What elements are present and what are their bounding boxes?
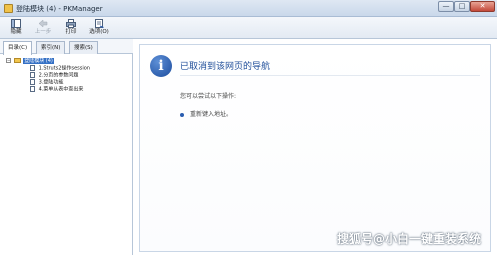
content-pane: i 已取消到该网页的导航 您可以尝试以下操作: 重新键入地址。 搜狐号@小白一键… (134, 39, 497, 255)
maximize-button[interactable]: □ (454, 1, 470, 12)
toolbar: 隐藏 上一步 打印 选项(O) (0, 17, 497, 39)
help-page-icon (30, 65, 35, 71)
tree-item[interactable]: 2.分页的参数问题 (4, 72, 130, 79)
tree-item-label[interactable]: 4.菜单从表中查出来 (39, 87, 84, 93)
tab-index[interactable]: 索引(N) (36, 41, 66, 54)
hide-pane-icon (11, 19, 21, 28)
contents-tree: − 登陆模块 (4) 1.Struts2操作session 2.分页的参数问题 … (4, 58, 130, 93)
close-button[interactable]: ✕ (470, 1, 495, 12)
info-icon: i (150, 55, 172, 77)
navigation-canceled-page: i 已取消到该网页的导航 您可以尝试以下操作: 重新键入地址。 (139, 44, 491, 252)
nav-tabs: 目录(C) 索引(N) 搜索(S) (0, 39, 133, 55)
collapse-icon[interactable]: − (6, 58, 11, 63)
tree-item-label[interactable]: 2.分页的参数问题 (39, 73, 79, 79)
tree-item[interactable]: 4.菜单从表中查出来 (4, 86, 130, 93)
tree-item[interactable]: 1.Struts2操作session (4, 65, 130, 72)
suggestion-label: 您可以尝试以下操作: (180, 93, 237, 100)
title-bar: 登陆模块 (4) - PKManager — □ ✕ (0, 0, 497, 17)
printer-icon (66, 19, 76, 28)
help-page-icon (30, 79, 35, 85)
hide-label: 隐藏 (10, 29, 22, 35)
tab-search[interactable]: 搜索(S) (69, 41, 98, 54)
help-page-icon (30, 86, 35, 92)
divider (180, 75, 480, 76)
print-button[interactable]: 打印 (58, 18, 84, 38)
options-button[interactable]: 选项(O) (86, 18, 112, 38)
help-page-icon (30, 72, 35, 78)
app-icon (4, 4, 13, 13)
tree-root-node[interactable]: − 登陆模块 (4) (4, 58, 130, 65)
print-label: 打印 (65, 29, 77, 35)
folder-icon (13, 58, 21, 63)
tree-root-label[interactable]: 登陆模块 (4) (23, 58, 54, 64)
options-label: 选项(O) (89, 29, 109, 35)
options-icon (95, 19, 104, 28)
suggestion-item: 重新键入地址。 (180, 109, 232, 118)
tab-contents[interactable]: 目录(C) (3, 41, 33, 55)
back-arrow-icon (38, 19, 48, 28)
watermark: 搜狐号@小白一键重装系统 (336, 232, 481, 246)
page-title: 已取消到该网页的导航 (180, 62, 271, 72)
minimize-button[interactable]: — (438, 1, 454, 12)
navigation-pane: 目录(C) 索引(N) 搜索(S) − 登陆模块 (4) 1.Struts2操作… (0, 39, 133, 255)
bullet-icon (180, 112, 184, 117)
tree-item[interactable]: 3.登陆功能 (4, 79, 130, 86)
back-button[interactable]: 上一步 (30, 18, 56, 38)
back-label: 上一步 (34, 29, 52, 35)
window-title: 登陆模块 (4) - PKManager (16, 5, 103, 13)
tree-item-label[interactable]: 3.登陆功能 (39, 80, 64, 86)
tree-item-label[interactable]: 1.Struts2操作session (39, 66, 90, 72)
hide-button[interactable]: 隐藏 (3, 18, 29, 38)
suggestion-text: 重新键入地址。 (190, 111, 233, 118)
